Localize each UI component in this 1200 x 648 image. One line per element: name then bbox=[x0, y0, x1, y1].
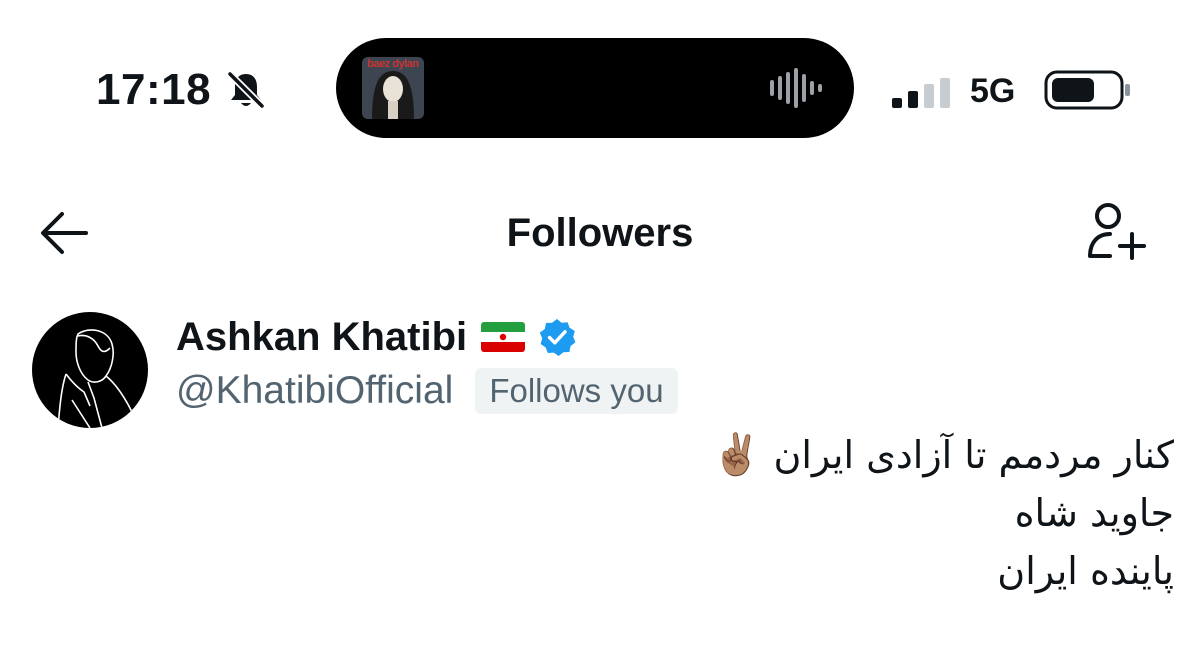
peace-hand-emoji: ✌🏽 bbox=[711, 432, 762, 478]
bell-slash-icon bbox=[227, 71, 265, 109]
page-title: Followers bbox=[506, 211, 694, 255]
dynamic-island[interactable]: baez dylan bbox=[336, 38, 854, 138]
signal-icon bbox=[892, 78, 950, 108]
album-art[interactable]: baez dylan bbox=[362, 57, 424, 119]
status-time: 17:18 bbox=[96, 65, 212, 114]
battery-icon bbox=[1044, 70, 1130, 110]
album-portrait bbox=[372, 71, 414, 119]
network-type: 5G bbox=[970, 72, 1016, 110]
avatar[interactable] bbox=[32, 312, 148, 428]
bio-line-1: کنار مردمم تا آزادی ایران ✌🏽 bbox=[474, 426, 1174, 484]
bio-line-3: پاینده ایران bbox=[997, 549, 1174, 593]
bio-line-1-text: کنار مردمم تا آزادی ایران bbox=[773, 433, 1174, 477]
top-navigation: Followers bbox=[0, 190, 1200, 280]
waveform-icon bbox=[770, 68, 822, 108]
avatar-portrait bbox=[57, 329, 133, 428]
person-add-icon[interactable] bbox=[1084, 198, 1148, 262]
iran-flag-icon bbox=[481, 322, 526, 352]
status-bar: 17:18 baez dylan 5G bbox=[0, 0, 1200, 180]
name-line: Ashkan Khatibi bbox=[176, 312, 577, 362]
verified-badge-icon bbox=[539, 319, 576, 356]
user-handle[interactable]: @KhatibiOfficial bbox=[176, 367, 453, 415]
follows-you-badge: Follows you bbox=[475, 368, 678, 414]
follower-row[interactable]: Ashkan Khatibi @KhatibiOfficial Follows … bbox=[0, 300, 1200, 630]
bio-line-2: جاوید شاه bbox=[1014, 491, 1174, 535]
display-name[interactable]: Ashkan Khatibi bbox=[176, 313, 467, 361]
handle-line: @KhatibiOfficial Follows you bbox=[176, 366, 678, 416]
user-bio: کنار مردمم تا آزادی ایران ✌🏽 جاوید شاه پ… bbox=[474, 426, 1174, 600]
